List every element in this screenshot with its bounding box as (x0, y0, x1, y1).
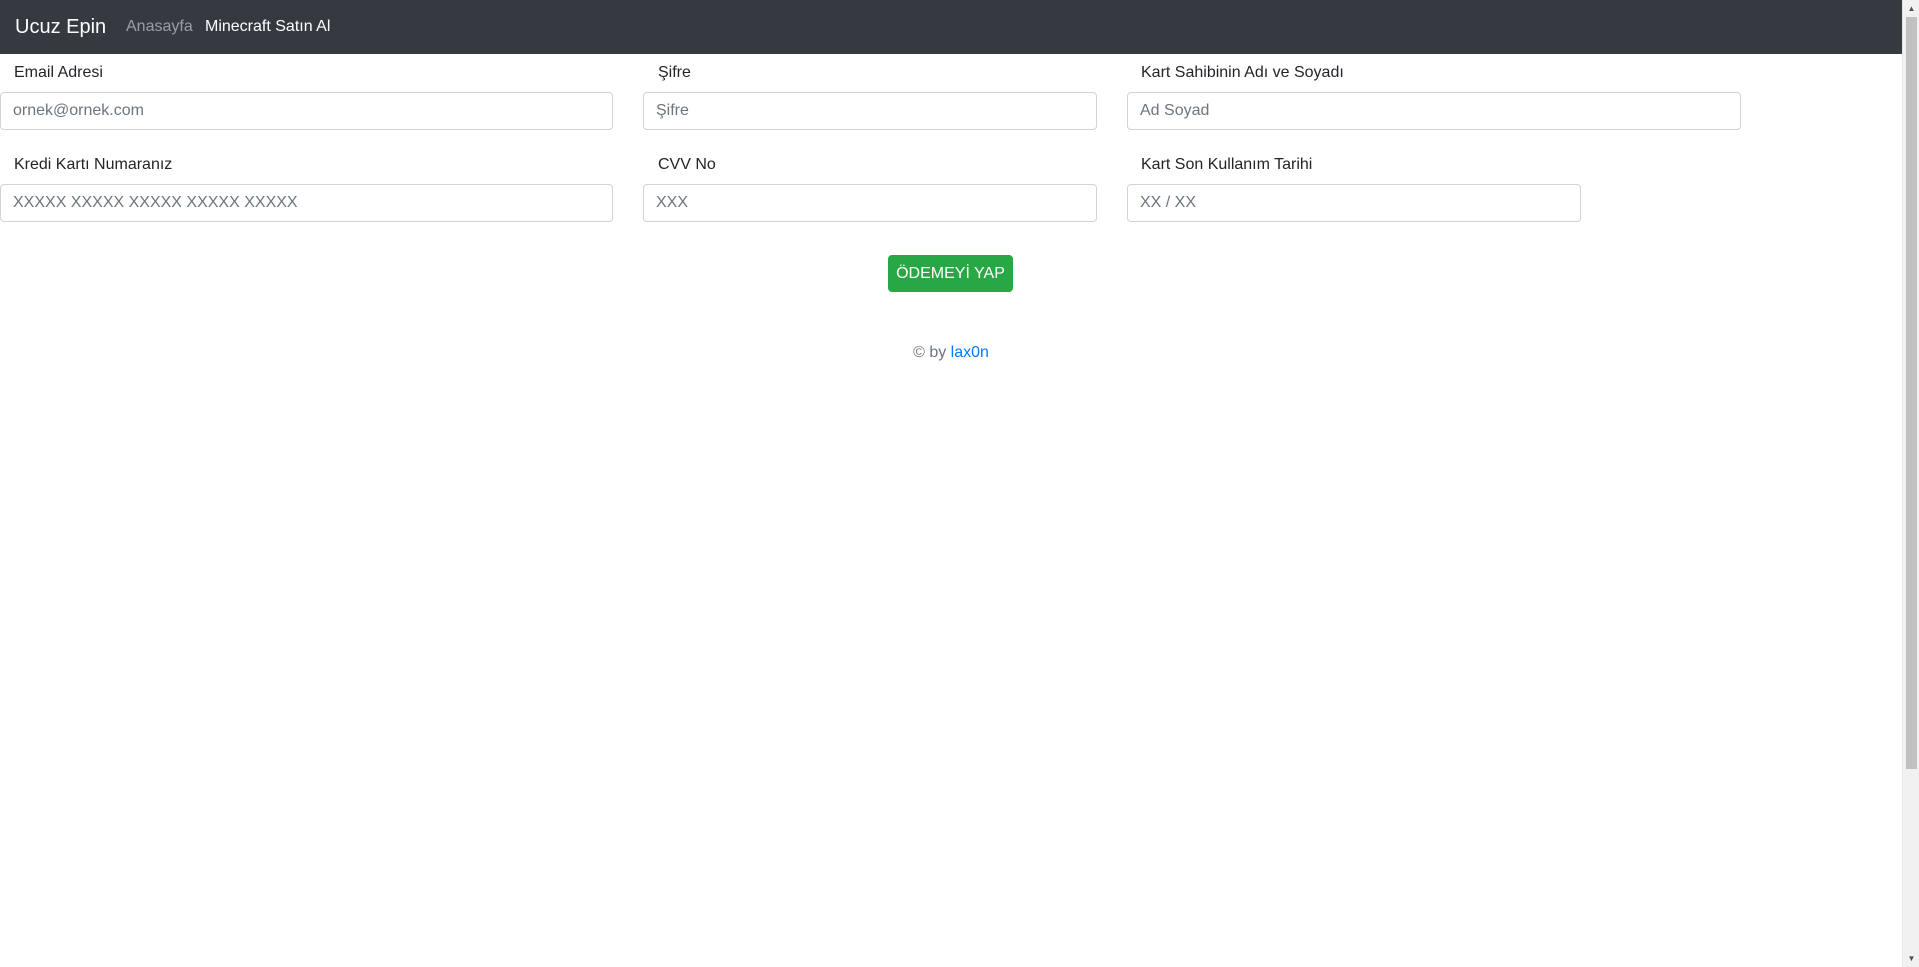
password-input[interactable] (643, 92, 1097, 130)
nav-link-minecraft[interactable]: Minecraft Satın Al (205, 17, 330, 37)
scroll-down-arrow-icon[interactable]: ▼ (1903, 950, 1919, 967)
cvv-input[interactable] (643, 184, 1097, 222)
email-label: Email Adresi (14, 64, 103, 81)
cvv-label: CVV No (658, 156, 716, 173)
footer-copyright: © by (913, 344, 951, 361)
footer-author-link[interactable]: lax0n (951, 344, 989, 361)
email-input[interactable] (0, 92, 613, 130)
card-number-input[interactable] (0, 184, 613, 222)
vertical-scrollbar[interactable]: ▲ ▼ (1902, 0, 1919, 967)
footer: © by lax0n (0, 343, 1902, 363)
password-label: Şifre (658, 64, 691, 81)
expiry-input[interactable] (1127, 184, 1581, 222)
card-holder-label: Kart Sahibinin Adı ve Soyadı (1141, 64, 1344, 81)
brand-logo-link[interactable]: Ucuz Epin (15, 14, 106, 40)
expiry-label: Kart Son Kullanım Tarihi (1141, 156, 1313, 173)
scroll-thumb[interactable] (1906, 17, 1917, 769)
navbar: Ucuz Epin Anasayfa Minecraft Satın Al (0, 0, 1902, 54)
pay-button[interactable]: ÖDEMEYİ YAP (888, 255, 1013, 292)
card-number-label: Kredi Kartı Numaranız (14, 156, 173, 173)
nav-link-home[interactable]: Anasayfa (126, 17, 193, 37)
scroll-up-arrow-icon[interactable]: ▲ (1903, 0, 1919, 17)
page: Ucuz Epin Anasayfa Minecraft Satın Al Em… (0, 0, 1919, 967)
card-holder-input[interactable] (1127, 92, 1741, 130)
